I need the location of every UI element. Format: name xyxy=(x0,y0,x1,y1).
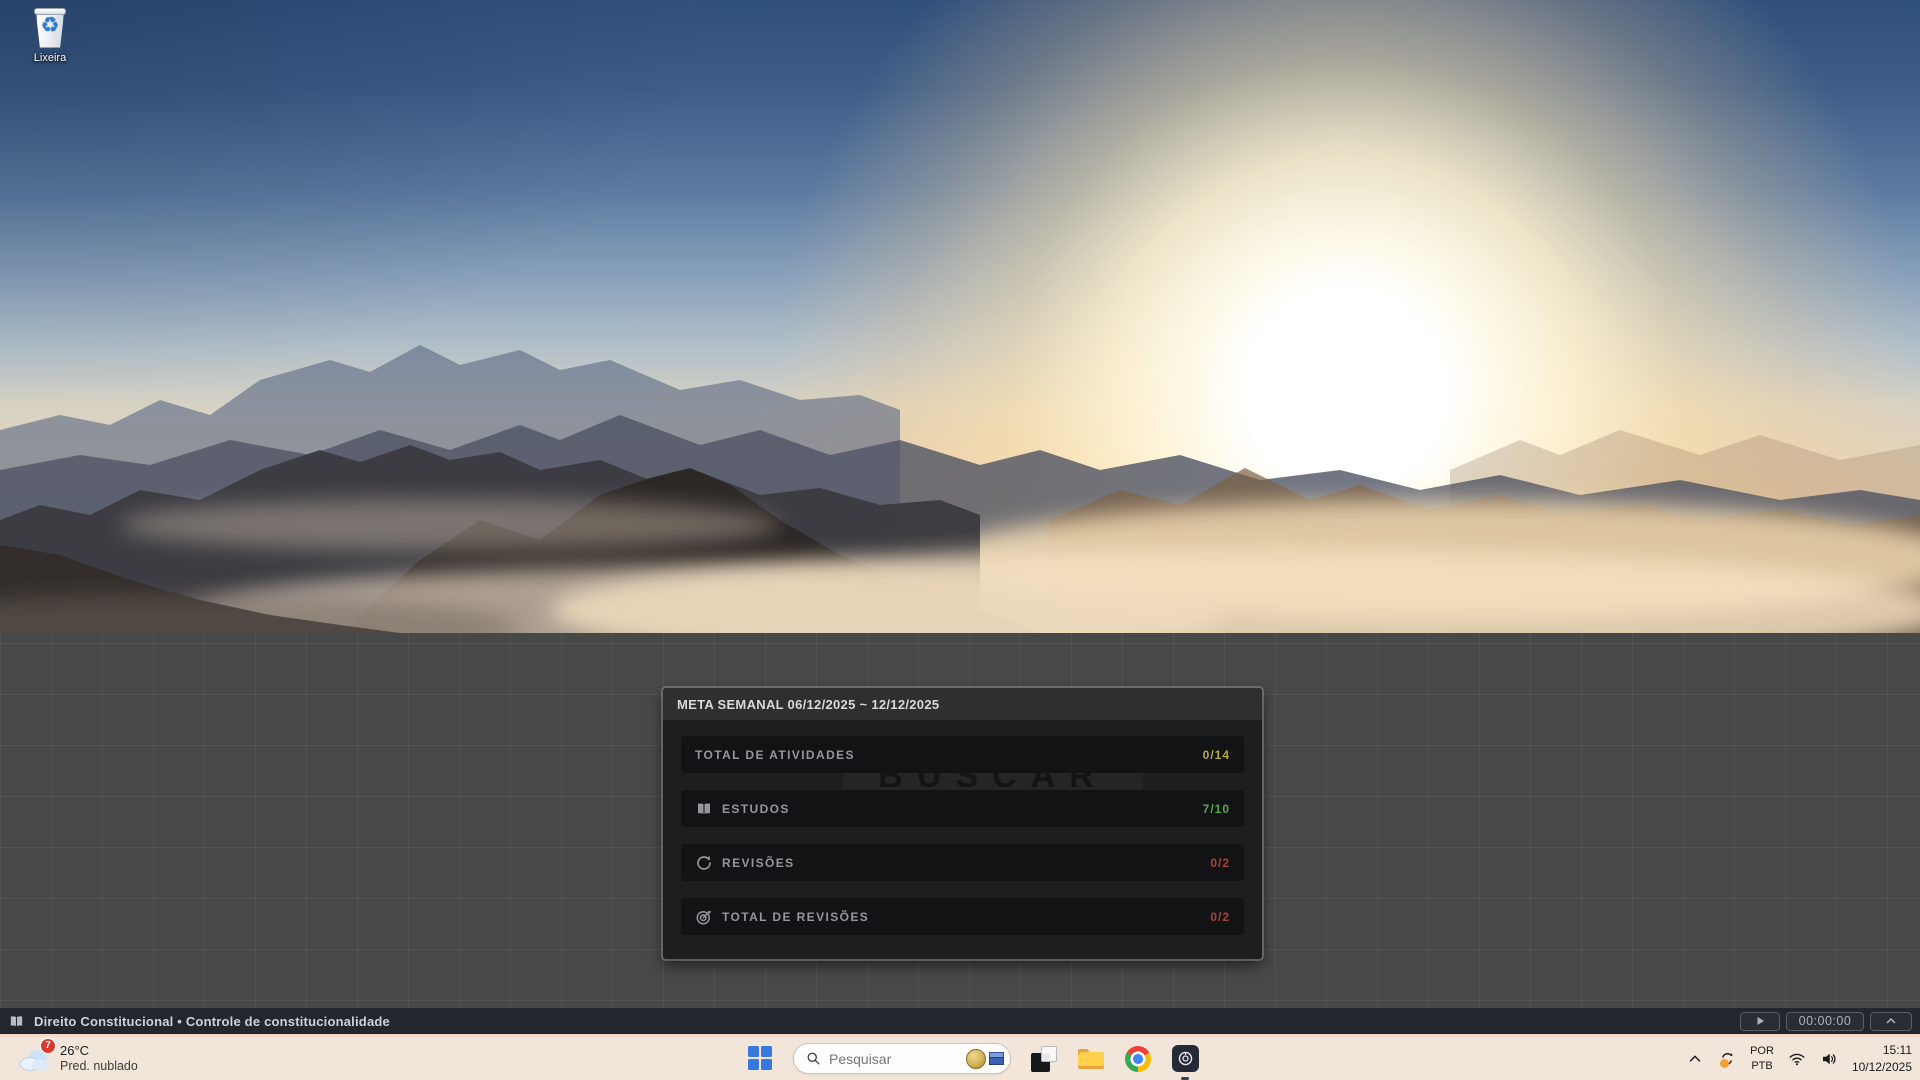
stat-label: TOTAL DE ATIVIDADES xyxy=(695,748,855,762)
stat-row-total-atividades: TOTAL DE ATIVIDADES 0/14 xyxy=(681,736,1244,773)
taskbar-app-squares[interactable] xyxy=(1030,1045,1058,1073)
tray-clock[interactable]: 15:11 10/12/2025 xyxy=(1852,1042,1912,1074)
stat-value: 0/14 xyxy=(1203,748,1230,762)
taskbar-file-explorer[interactable] xyxy=(1077,1045,1105,1073)
taskbar-search[interactable] xyxy=(793,1043,1011,1074)
tray-wifi[interactable] xyxy=(1788,1050,1806,1068)
start-icon xyxy=(748,1046,759,1057)
search-input[interactable] xyxy=(829,1051,958,1067)
target-icon xyxy=(695,908,713,926)
desktop-wallpaper xyxy=(0,0,1920,633)
current-subject: Direito Constitucional • Controle de con… xyxy=(8,1013,390,1030)
screen: ♻ Lixeira META SEMANAL 06/12/2025 ~ 12/1… xyxy=(0,0,1920,1080)
stat-row-total-revisoes: TOTAL DE REVISÕES 0/2 xyxy=(681,898,1244,935)
tray-sync[interactable] xyxy=(1718,1050,1736,1068)
weekly-goal-modal-header: META SEMANAL 06/12/2025 ~ 12/12/2025 xyxy=(663,688,1262,721)
recycle-bin-icon: ♻ xyxy=(28,6,72,50)
taskbar: 7 26°C Pred. nublado xyxy=(0,1037,1920,1080)
weather-temp: 26°C xyxy=(60,1043,138,1059)
chevron-up-icon xyxy=(1885,1015,1897,1027)
file-explorer-icon xyxy=(1077,1047,1105,1071)
weather-alert-badge: 7 xyxy=(40,1038,56,1054)
tray-date: 10/12/2025 xyxy=(1852,1059,1912,1075)
start-button[interactable] xyxy=(748,1046,774,1072)
taskbar-center xyxy=(748,1037,1199,1080)
tray-show-hidden[interactable] xyxy=(1686,1050,1704,1068)
stat-value: 7/10 xyxy=(1203,802,1230,816)
chrome-icon xyxy=(1125,1046,1151,1072)
stat-label: TOTAL DE REVISÕES xyxy=(722,910,869,924)
rewards-box-icon[interactable] xyxy=(988,1051,1005,1066)
weather-condition: Pred. nublado xyxy=(60,1059,138,1075)
timer-play-button[interactable] xyxy=(1740,1012,1780,1031)
system-tray: POR PTB 15:11 10/12/2 xyxy=(1686,1037,1912,1080)
taskbar-study-app[interactable] xyxy=(1171,1045,1199,1073)
taskbar-chrome[interactable] xyxy=(1124,1045,1152,1073)
study-app-icon xyxy=(1172,1045,1199,1072)
timer-display[interactable]: 00:00:00 xyxy=(1786,1012,1864,1031)
stat-row-revisoes: REVISÕES 0/2 xyxy=(681,844,1244,881)
mountains-graphic xyxy=(0,0,1920,633)
refresh-icon xyxy=(695,854,713,872)
subject-text: Direito Constitucional • Controle de con… xyxy=(34,1014,390,1029)
play-icon xyxy=(1754,1015,1766,1027)
running-indicator xyxy=(1181,1077,1189,1080)
sync-status-dot xyxy=(1720,1059,1729,1068)
cloud-icon: 7 xyxy=(18,1044,52,1074)
stat-row-estudos: ESTUDOS 7/10 xyxy=(681,790,1244,827)
weekly-goal-rows: TOTAL DE ATIVIDADES 0/14 ESTUDOS 7/10 RE… xyxy=(681,736,1244,952)
tray-time: 15:11 xyxy=(1852,1042,1912,1058)
weather-widget[interactable]: 7 26°C Pred. nublado xyxy=(10,1037,146,1080)
timer-expand-button[interactable] xyxy=(1870,1012,1912,1031)
volume-icon xyxy=(1820,1050,1838,1068)
stat-value: 0/2 xyxy=(1210,856,1230,870)
stat-label: ESTUDOS xyxy=(722,802,790,816)
study-status-bar: Direito Constitucional • Controle de con… xyxy=(0,1008,1920,1034)
search-icon xyxy=(806,1051,821,1066)
chevron-up-icon xyxy=(1686,1050,1704,1068)
stat-value: 0/2 xyxy=(1210,910,1230,924)
dimmed-app-window: META SEMANAL 06/12/2025 ~ 12/12/2025 BUS… xyxy=(0,633,1920,1008)
book-icon xyxy=(695,800,713,818)
stat-label: REVISÕES xyxy=(722,856,795,870)
recycle-bin-label: Lixeira xyxy=(8,52,92,64)
weekly-goal-modal: META SEMANAL 06/12/2025 ~ 12/12/2025 BUS… xyxy=(663,688,1262,959)
tray-language[interactable]: POR PTB xyxy=(1750,1044,1774,1073)
book-icon xyxy=(8,1013,25,1030)
recycle-bin-shortcut[interactable]: ♻ Lixeira xyxy=(8,6,92,64)
weekly-goal-title: META SEMANAL 06/12/2025 ~ 12/12/2025 xyxy=(677,697,939,712)
medal-icon[interactable] xyxy=(966,1049,986,1069)
tray-volume[interactable] xyxy=(1820,1050,1838,1068)
wifi-icon xyxy=(1788,1050,1806,1068)
